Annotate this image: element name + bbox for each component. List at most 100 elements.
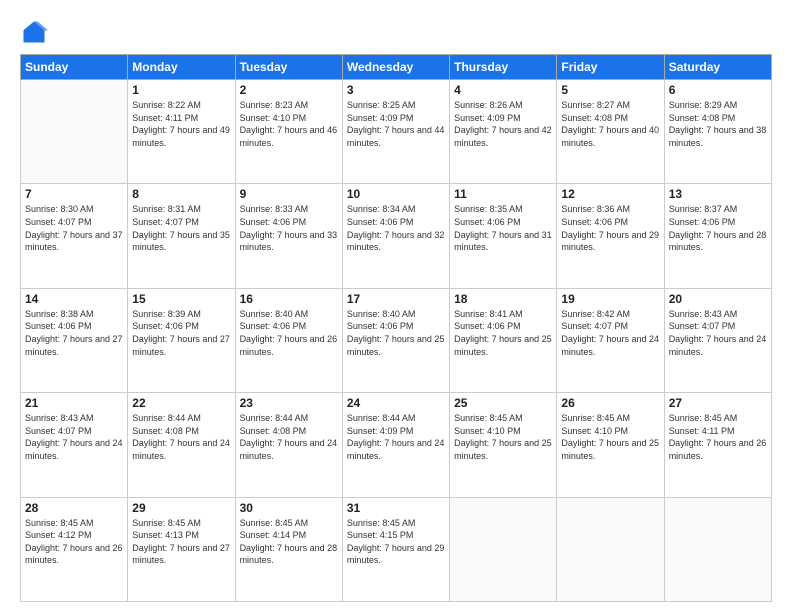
- calendar-cell: [450, 497, 557, 601]
- day-number: 13: [669, 187, 767, 201]
- logo: [20, 18, 52, 46]
- weekday-header-cell: Tuesday: [235, 55, 342, 80]
- day-number: 20: [669, 292, 767, 306]
- weekday-header-cell: Thursday: [450, 55, 557, 80]
- calendar-cell: 22 Sunrise: 8:44 AM Sunset: 4:08 PM Dayl…: [128, 393, 235, 497]
- day-info: Sunrise: 8:41 AM Sunset: 4:06 PM Dayligh…: [454, 308, 552, 358]
- day-info: Sunrise: 8:29 AM Sunset: 4:08 PM Dayligh…: [669, 99, 767, 149]
- day-number: 14: [25, 292, 123, 306]
- day-info: Sunrise: 8:34 AM Sunset: 4:06 PM Dayligh…: [347, 203, 445, 253]
- weekday-header-cell: Wednesday: [342, 55, 449, 80]
- calendar-week-row: 21 Sunrise: 8:43 AM Sunset: 4:07 PM Dayl…: [21, 393, 772, 497]
- calendar-cell: 6 Sunrise: 8:29 AM Sunset: 4:08 PM Dayli…: [664, 80, 771, 184]
- day-number: 17: [347, 292, 445, 306]
- day-number: 12: [561, 187, 659, 201]
- calendar-table: SundayMondayTuesdayWednesdayThursdayFrid…: [20, 54, 772, 602]
- day-number: 7: [25, 187, 123, 201]
- day-number: 21: [25, 396, 123, 410]
- calendar-cell: 21 Sunrise: 8:43 AM Sunset: 4:07 PM Dayl…: [21, 393, 128, 497]
- calendar-cell: 1 Sunrise: 8:22 AM Sunset: 4:11 PM Dayli…: [128, 80, 235, 184]
- calendar-cell: 13 Sunrise: 8:37 AM Sunset: 4:06 PM Dayl…: [664, 184, 771, 288]
- calendar-week-row: 28 Sunrise: 8:45 AM Sunset: 4:12 PM Dayl…: [21, 497, 772, 601]
- day-number: 27: [669, 396, 767, 410]
- day-number: 16: [240, 292, 338, 306]
- day-number: 3: [347, 83, 445, 97]
- calendar-cell: 15 Sunrise: 8:39 AM Sunset: 4:06 PM Dayl…: [128, 288, 235, 392]
- day-number: 8: [132, 187, 230, 201]
- day-info: Sunrise: 8:31 AM Sunset: 4:07 PM Dayligh…: [132, 203, 230, 253]
- day-info: Sunrise: 8:45 AM Sunset: 4:15 PM Dayligh…: [347, 517, 445, 567]
- calendar-cell: 23 Sunrise: 8:44 AM Sunset: 4:08 PM Dayl…: [235, 393, 342, 497]
- day-number: 6: [669, 83, 767, 97]
- day-info: Sunrise: 8:45 AM Sunset: 4:14 PM Dayligh…: [240, 517, 338, 567]
- calendar-cell: [664, 497, 771, 601]
- calendar-body: 1 Sunrise: 8:22 AM Sunset: 4:11 PM Dayli…: [21, 80, 772, 602]
- logo-icon: [20, 18, 48, 46]
- calendar-cell: 2 Sunrise: 8:23 AM Sunset: 4:10 PM Dayli…: [235, 80, 342, 184]
- day-number: 31: [347, 501, 445, 515]
- calendar-cell: 16 Sunrise: 8:40 AM Sunset: 4:06 PM Dayl…: [235, 288, 342, 392]
- calendar-cell: 29 Sunrise: 8:45 AM Sunset: 4:13 PM Dayl…: [128, 497, 235, 601]
- day-info: Sunrise: 8:25 AM Sunset: 4:09 PM Dayligh…: [347, 99, 445, 149]
- calendar-cell: 24 Sunrise: 8:44 AM Sunset: 4:09 PM Dayl…: [342, 393, 449, 497]
- day-info: Sunrise: 8:35 AM Sunset: 4:06 PM Dayligh…: [454, 203, 552, 253]
- day-info: Sunrise: 8:44 AM Sunset: 4:09 PM Dayligh…: [347, 412, 445, 462]
- day-info: Sunrise: 8:30 AM Sunset: 4:07 PM Dayligh…: [25, 203, 123, 253]
- calendar-cell: 3 Sunrise: 8:25 AM Sunset: 4:09 PM Dayli…: [342, 80, 449, 184]
- day-info: Sunrise: 8:27 AM Sunset: 4:08 PM Dayligh…: [561, 99, 659, 149]
- calendar-cell: 12 Sunrise: 8:36 AM Sunset: 4:06 PM Dayl…: [557, 184, 664, 288]
- calendar-cell: 28 Sunrise: 8:45 AM Sunset: 4:12 PM Dayl…: [21, 497, 128, 601]
- day-number: 29: [132, 501, 230, 515]
- calendar-week-row: 7 Sunrise: 8:30 AM Sunset: 4:07 PM Dayli…: [21, 184, 772, 288]
- day-info: Sunrise: 8:22 AM Sunset: 4:11 PM Dayligh…: [132, 99, 230, 149]
- calendar-cell: 27 Sunrise: 8:45 AM Sunset: 4:11 PM Dayl…: [664, 393, 771, 497]
- calendar-cell: 19 Sunrise: 8:42 AM Sunset: 4:07 PM Dayl…: [557, 288, 664, 392]
- day-number: 19: [561, 292, 659, 306]
- day-info: Sunrise: 8:26 AM Sunset: 4:09 PM Dayligh…: [454, 99, 552, 149]
- page: SundayMondayTuesdayWednesdayThursdayFrid…: [0, 0, 792, 612]
- calendar-cell: 14 Sunrise: 8:38 AM Sunset: 4:06 PM Dayl…: [21, 288, 128, 392]
- calendar-cell: 31 Sunrise: 8:45 AM Sunset: 4:15 PM Dayl…: [342, 497, 449, 601]
- day-number: 28: [25, 501, 123, 515]
- day-info: Sunrise: 8:39 AM Sunset: 4:06 PM Dayligh…: [132, 308, 230, 358]
- day-info: Sunrise: 8:45 AM Sunset: 4:13 PM Dayligh…: [132, 517, 230, 567]
- weekday-header-cell: Friday: [557, 55, 664, 80]
- day-number: 18: [454, 292, 552, 306]
- day-number: 30: [240, 501, 338, 515]
- calendar-cell: 10 Sunrise: 8:34 AM Sunset: 4:06 PM Dayl…: [342, 184, 449, 288]
- day-info: Sunrise: 8:40 AM Sunset: 4:06 PM Dayligh…: [347, 308, 445, 358]
- weekday-header-cell: Saturday: [664, 55, 771, 80]
- calendar-cell: 9 Sunrise: 8:33 AM Sunset: 4:06 PM Dayli…: [235, 184, 342, 288]
- day-info: Sunrise: 8:36 AM Sunset: 4:06 PM Dayligh…: [561, 203, 659, 253]
- calendar-cell: 5 Sunrise: 8:27 AM Sunset: 4:08 PM Dayli…: [557, 80, 664, 184]
- calendar-cell: 11 Sunrise: 8:35 AM Sunset: 4:06 PM Dayl…: [450, 184, 557, 288]
- day-info: Sunrise: 8:45 AM Sunset: 4:11 PM Dayligh…: [669, 412, 767, 462]
- day-info: Sunrise: 8:40 AM Sunset: 4:06 PM Dayligh…: [240, 308, 338, 358]
- day-info: Sunrise: 8:44 AM Sunset: 4:08 PM Dayligh…: [132, 412, 230, 462]
- calendar-week-row: 14 Sunrise: 8:38 AM Sunset: 4:06 PM Dayl…: [21, 288, 772, 392]
- day-number: 4: [454, 83, 552, 97]
- calendar-cell: 17 Sunrise: 8:40 AM Sunset: 4:06 PM Dayl…: [342, 288, 449, 392]
- day-number: 15: [132, 292, 230, 306]
- day-info: Sunrise: 8:43 AM Sunset: 4:07 PM Dayligh…: [669, 308, 767, 358]
- day-number: 25: [454, 396, 552, 410]
- calendar-cell: 7 Sunrise: 8:30 AM Sunset: 4:07 PM Dayli…: [21, 184, 128, 288]
- weekday-header-cell: Monday: [128, 55, 235, 80]
- weekday-header-row: SundayMondayTuesdayWednesdayThursdayFrid…: [21, 55, 772, 80]
- day-number: 22: [132, 396, 230, 410]
- day-number: 24: [347, 396, 445, 410]
- calendar-cell: 8 Sunrise: 8:31 AM Sunset: 4:07 PM Dayli…: [128, 184, 235, 288]
- day-info: Sunrise: 8:44 AM Sunset: 4:08 PM Dayligh…: [240, 412, 338, 462]
- calendar-cell: 30 Sunrise: 8:45 AM Sunset: 4:14 PM Dayl…: [235, 497, 342, 601]
- calendar-cell: 4 Sunrise: 8:26 AM Sunset: 4:09 PM Dayli…: [450, 80, 557, 184]
- calendar-cell: [21, 80, 128, 184]
- calendar-week-row: 1 Sunrise: 8:22 AM Sunset: 4:11 PM Dayli…: [21, 80, 772, 184]
- day-info: Sunrise: 8:42 AM Sunset: 4:07 PM Dayligh…: [561, 308, 659, 358]
- day-number: 2: [240, 83, 338, 97]
- day-info: Sunrise: 8:38 AM Sunset: 4:06 PM Dayligh…: [25, 308, 123, 358]
- day-number: 10: [347, 187, 445, 201]
- calendar-cell: 18 Sunrise: 8:41 AM Sunset: 4:06 PM Dayl…: [450, 288, 557, 392]
- day-number: 1: [132, 83, 230, 97]
- day-number: 9: [240, 187, 338, 201]
- day-info: Sunrise: 8:45 AM Sunset: 4:10 PM Dayligh…: [561, 412, 659, 462]
